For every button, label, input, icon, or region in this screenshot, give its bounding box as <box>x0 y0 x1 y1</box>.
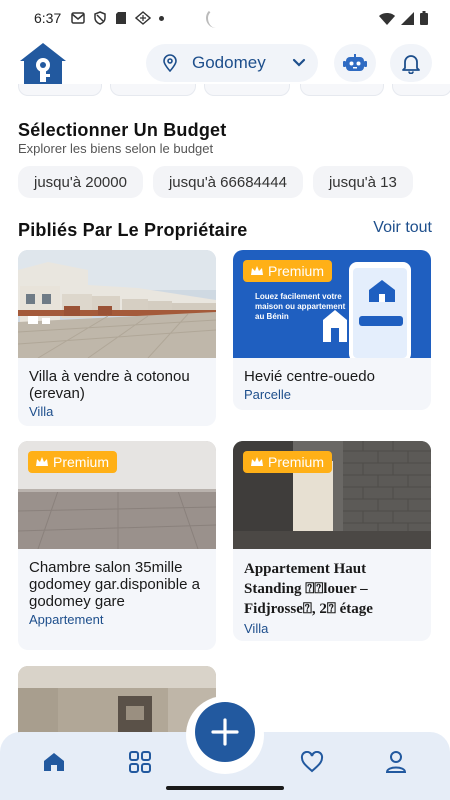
vpn-icon <box>135 11 152 25</box>
category-chip-ghost <box>18 84 102 96</box>
ad-banner-text: Louez facilement votre maison ou apparte… <box>255 292 346 321</box>
crown-icon <box>36 457 48 466</box>
listing-title: Appartement Haut Standing ⍰⍰louer – Fidj… <box>244 561 373 617</box>
more-notifications-icon <box>159 15 165 21</box>
crown-icon <box>251 457 263 466</box>
app-header: Godomey <box>0 38 450 90</box>
budget-chip[interactable]: jusqu'à 13 <box>312 166 413 198</box>
map-pin-icon <box>163 54 177 72</box>
sd-card-icon <box>116 12 127 24</box>
premium-label: Premium <box>268 263 325 279</box>
status-bar: 6:37 <box>0 0 450 36</box>
home-icon <box>44 753 64 771</box>
status-notification-icons <box>71 11 165 25</box>
add-listing-fab-wrap <box>186 696 264 774</box>
listing-title: Chambre salon 35mille godomey gar.dispon… <box>29 559 200 610</box>
category-chip-ghost <box>204 84 290 96</box>
villa-photo <box>18 250 216 358</box>
heart-icon <box>300 751 324 773</box>
category-chip-ghost <box>392 84 450 96</box>
category-chip-ghost <box>300 84 384 96</box>
nav-favorites[interactable] <box>298 748 326 776</box>
battery-icon <box>420 11 428 25</box>
wifi-icon <box>379 12 395 25</box>
listing-photo: Premium <box>233 441 431 549</box>
premium-badge: Premium <box>243 451 333 473</box>
budget-chips: jusqu'à 20000 jusqu'à 66684444 jusqu'à 1… <box>18 166 450 198</box>
add-listing-button[interactable] <box>195 702 255 762</box>
notifications-button[interactable] <box>390 44 432 82</box>
location-label: Godomey <box>192 53 266 72</box>
crown-icon <box>251 266 263 275</box>
camera-cutout-icon <box>206 8 226 28</box>
premium-badge: Premium <box>28 451 118 473</box>
premium-badge: Premium <box>243 260 333 282</box>
location-selector[interactable]: Godomey <box>146 44 318 82</box>
nav-home[interactable] <box>40 748 68 776</box>
listing-title: Villa à vendre à cotonou (erevan) <box>29 368 190 402</box>
house-key-logo[interactable] <box>18 41 68 87</box>
premium-label: Premium <box>53 454 110 470</box>
nav-profile[interactable] <box>382 748 410 776</box>
premium-label: Premium <box>268 454 325 470</box>
home-indicator <box>166 786 284 790</box>
listing-category: Villa <box>29 404 54 419</box>
chevron-down-icon <box>292 58 306 67</box>
category-chip-ghost <box>110 84 196 96</box>
nav-categories[interactable] <box>126 748 154 776</box>
grid-icon <box>129 751 151 773</box>
listing-category: Parcelle <box>244 387 291 402</box>
gmail-icon <box>71 12 85 24</box>
listing-category: Appartement <box>29 612 104 627</box>
listing-card[interactable]: Premium Appartement Haut Standing ⍰⍰loue… <box>233 441 431 641</box>
listing-photo <box>18 250 216 358</box>
assistant-button[interactable] <box>334 44 376 82</box>
shield-icon <box>94 11 106 25</box>
listing-card[interactable]: Louez facilement votre maison ou apparte… <box>233 250 431 410</box>
profile-icon <box>385 751 407 773</box>
listing-photo: Premium <box>18 441 216 549</box>
see-all-link[interactable]: Voir tout <box>373 219 432 237</box>
signal-icon <box>401 11 414 25</box>
add-icon <box>211 718 239 746</box>
listing-category: Villa <box>244 621 269 636</box>
status-system-icons <box>379 11 428 25</box>
budget-section-title: Sélectionner Un Budget <box>18 120 227 140</box>
bell-icon <box>402 55 420 74</box>
budget-section-subtitle: Explorer les biens selon le budget <box>18 141 214 156</box>
owner-listings-title: Pibliés Par Le Propriétaire <box>18 220 248 240</box>
budget-chip[interactable]: jusqu'à 66684444 <box>152 166 303 198</box>
listing-card[interactable]: Premium Chambre salon 35mille godomey ga… <box>18 441 216 650</box>
budget-chip[interactable]: jusqu'à 20000 <box>18 166 143 198</box>
bottom-navigation <box>0 696 450 800</box>
listing-title: Hevié centre-ouedo <box>244 368 375 385</box>
scrolled-category-chips <box>0 84 450 98</box>
listing-photo: Louez facilement votre maison ou apparte… <box>233 250 431 358</box>
listing-card[interactable]: Villa à vendre à cotonou (erevan) Villa <box>18 250 216 426</box>
status-time: 6:37 <box>34 10 62 26</box>
robot-icon <box>343 54 367 71</box>
